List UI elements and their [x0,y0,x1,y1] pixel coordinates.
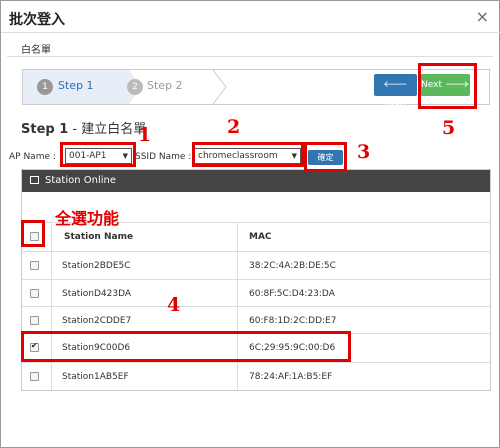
row-checkbox[interactable] [30,372,39,381]
section-divider [7,56,493,57]
annotation-box-ap [60,142,136,167]
station-name: Station2CDDE7 [62,316,132,326]
panel-title: Station Online [45,175,116,186]
annotation-box-ssid [192,142,304,167]
station-mac: 60:8F:5C:D4:23:DA [249,289,335,299]
ap-name-label: AP Name : [9,152,56,162]
title-divider [1,32,500,33]
annotation-number-5: 5 [442,117,456,139]
panel-header: Station Online [22,170,490,192]
annotation-box-confirm [304,142,347,172]
step-heading-text: - 建立白名單 [68,122,147,137]
station-name: Station2BDE5C [62,261,131,271]
step-1-badge: 1 [37,79,53,95]
annotation-select-all: 全選功能 [55,209,120,228]
annotation-box-next [418,63,477,109]
station-mac: 60:F8:1D:2C:DD:E7 [249,316,337,326]
table-row[interactable]: StationD423DA 60:8F:5C:D4:23:DA [22,279,490,306]
row-checkbox[interactable] [30,316,39,325]
prev-button[interactable]: 🡐 Prev [374,74,417,112]
step-2-badge: 2 [127,79,143,95]
table-icon [30,176,39,184]
station-mac: 38:2C:4A:2B:DE:5C [249,261,336,271]
annotation-box-row [21,331,351,362]
annotation-number-3: 3 [357,141,371,163]
table-row[interactable]: Station2CDDE7 60:F8:1D:2C:DD:E7 [22,306,490,333]
dialog-title: 批次登入 [9,12,65,28]
table-row[interactable]: Station2BDE5C 38:2C:4A:2B:DE:5C [22,251,490,279]
row-checkbox[interactable] [30,289,39,298]
arrow-left-icon: 🡐 [383,80,408,90]
column-header-mac: MAC [249,232,272,242]
prev-button-label: Prev [385,102,406,112]
batch-login-dialog: 批次登入 × 白名單 1 Step 1 2 Step 2 🡐 Prev Next… [0,0,500,448]
step-1-label: Step 1 [58,79,94,92]
annotation-number-2: 2 [227,116,241,138]
step-heading: Step 1 - 建立白名單 [21,118,146,137]
ssid-name-label: SSID Name : [135,152,192,162]
step-2-arrow [213,70,227,104]
row-checkbox[interactable] [30,261,39,270]
station-name: Station1AB5EF [62,372,129,382]
station-mac: 78:24:AF:1A:B5:EF [249,372,333,382]
annotation-box-select-all [21,220,45,247]
column-header-station-name: Station Name [64,232,134,242]
annotation-number-1: 1 [138,124,152,146]
station-name: StationD423DA [62,289,132,299]
annotation-number-4: 4 [167,294,181,316]
table-row[interactable]: Station1AB5EF 78:24:AF:1A:B5:EF [22,362,490,390]
step-2-label: Step 2 [147,79,183,92]
whitelist-tab[interactable]: 白名單 [21,41,51,56]
close-icon[interactable]: × [476,7,489,26]
step-heading-step: Step 1 [21,122,69,137]
